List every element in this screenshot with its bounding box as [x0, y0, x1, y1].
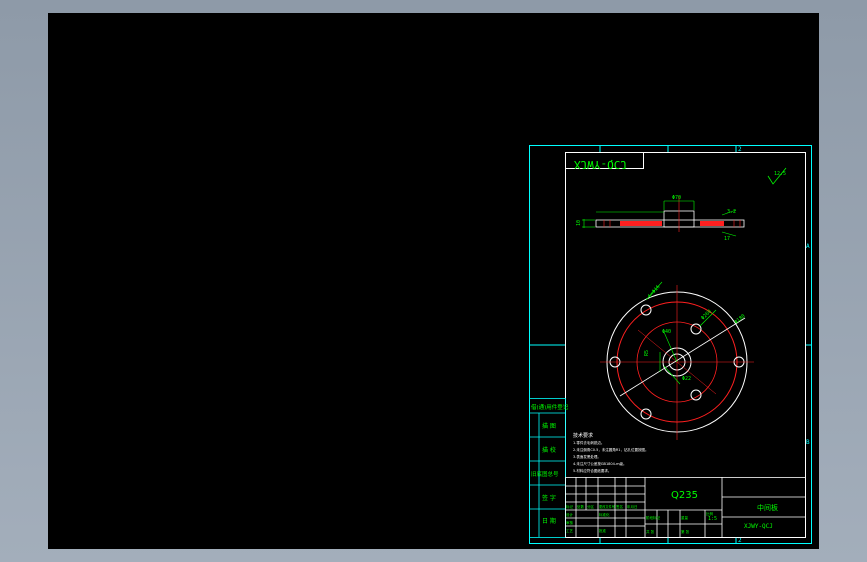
tb-c13: 工艺: [566, 528, 574, 533]
side-label-3: 旧底图总号: [531, 470, 559, 478]
tb-c11: 比例: [706, 511, 714, 516]
tb-c9: 阶段标记: [646, 515, 660, 520]
note-3: 3.表面发黑处理。: [573, 454, 601, 459]
title-material: Q235: [671, 490, 698, 501]
grid-number-top: 2: [738, 146, 742, 153]
side-label-4: 签 字: [542, 494, 556, 502]
tb-c5: 签名: [616, 504, 623, 509]
note-2: 2.未注倒角C0.5，未注圆角R1，钻孔位置按图。: [573, 447, 649, 452]
dim-left-small: R5: [644, 350, 650, 356]
notes-title: 技术要求: [573, 432, 593, 439]
side-table: [529, 398, 566, 538]
tb-c16: 第 张: [681, 529, 690, 534]
dim-center-small: Φ22: [682, 376, 691, 382]
grid-number-bottom: 2: [738, 537, 742, 544]
tb-c6: 年月日: [627, 504, 638, 509]
tb-c4: 更改文件号: [599, 504, 615, 509]
tb-c14: 批准: [599, 528, 607, 533]
tb-c10: 重量: [681, 515, 689, 520]
title-scale: 1:5: [708, 516, 717, 522]
tb-c8: 标准化: [599, 512, 610, 517]
plan-view: [600, 281, 754, 440]
tb-c3: 分区: [587, 504, 595, 509]
dim-hole: 6×Φ16: [647, 284, 662, 299]
side-label-2: 描 校: [542, 446, 556, 454]
note-4: 4.未注尺寸公差按GB1804-m级。: [573, 461, 627, 466]
note-5: 5.材料应符合图纸要求。: [573, 468, 611, 473]
title-drawing-code: XJWY-QCJ: [744, 523, 773, 530]
dim-chamfer: 3.2: [727, 209, 736, 215]
drawing-svg[interactable]: 2 2 A B XJWY-QCJ 12.5 Φ70 10 3.2 17 Φ180…: [48, 13, 819, 549]
code-mirrored: XJWY-QCJ: [574, 158, 627, 171]
grid-letter-a: A: [806, 243, 810, 250]
side-label-1: 描 图: [542, 422, 556, 430]
side-label-0: 借(通)用件登记: [531, 403, 569, 411]
tb-c7: 设计: [566, 512, 574, 517]
side-label-5: 日 期: [542, 517, 556, 525]
dim-right-h: 17: [724, 236, 730, 242]
cad-canvas[interactable]: 2 2 A B XJWY-QCJ 12.5 Φ70 10 3.2 17 Φ180…: [48, 13, 819, 549]
tb-c12: 审核: [566, 520, 574, 525]
tb-c15: 共 张: [646, 529, 655, 534]
dim-bore: Φ40: [662, 329, 671, 335]
grid-letter-b: B: [806, 439, 810, 446]
dim-pcd: Φ180: [733, 313, 746, 325]
dim-hub: Φ70: [672, 195, 681, 201]
grid-ticks: [529, 145, 811, 543]
tb-c1: 标记: [566, 504, 574, 509]
roughness-value: 12.5: [774, 171, 786, 177]
title-part-name: 中间板: [757, 503, 778, 512]
dim-thickness: 10: [576, 220, 582, 226]
sheet-outer-border: [529, 145, 812, 544]
section-view: [582, 196, 745, 237]
sheet-inner-frame: [565, 152, 806, 538]
note-1: 1.零件去毛刺锐边。: [573, 440, 604, 445]
tb-c2: 处数: [577, 504, 585, 509]
